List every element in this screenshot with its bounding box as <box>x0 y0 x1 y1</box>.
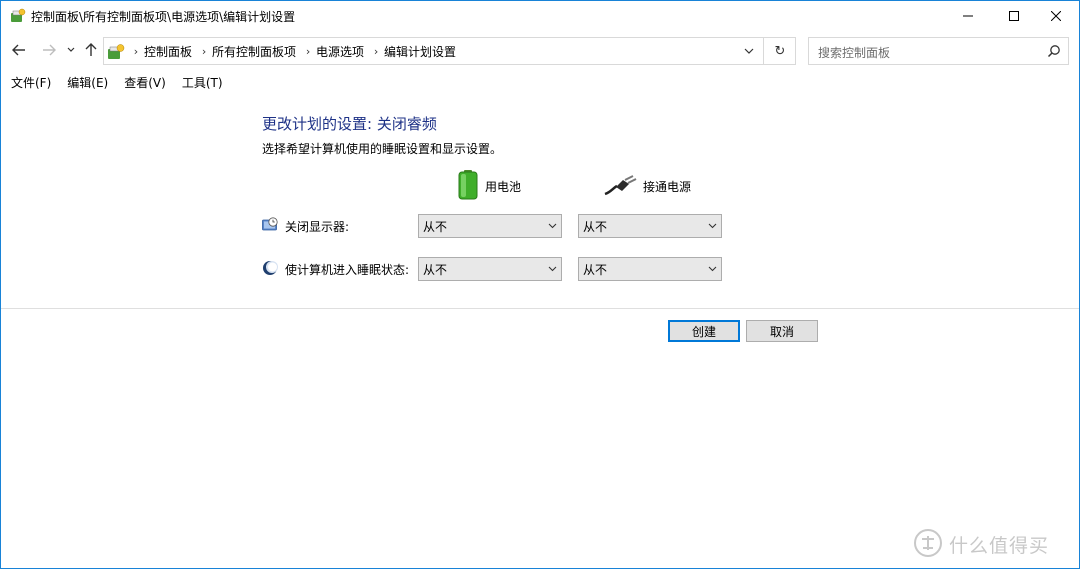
power-plug-icon <box>603 174 637 199</box>
arrow-left-icon <box>12 44 25 56</box>
refresh-icon: ↻ <box>774 43 786 59</box>
page-title: 更改计划的设置: 关闭睿频 <box>262 115 437 133</box>
search-icon[interactable] <box>1047 44 1061 58</box>
display-battery-value: 从不 <box>423 219 448 234</box>
row-turn-off-display: 关闭显示器: <box>262 216 349 236</box>
minimize-button[interactable] <box>945 1 991 30</box>
chevron-right-icon[interactable]: › <box>128 45 144 58</box>
up-button[interactable] <box>81 40 101 60</box>
watermark-text: 什么值得买 <box>949 534 1050 557</box>
column-label-plugged: 接通电源 <box>643 179 692 194</box>
watermark: 什么值得买 <box>913 528 1049 560</box>
plan-settings-panel: 更改计划的设置: 关闭睿频 选择希望计算机使用的睡眠设置和显示设置。 用电池 接… <box>1 93 1079 308</box>
sleep-plugged-select[interactable]: 从不 <box>578 257 722 281</box>
chevron-down-icon <box>744 48 754 54</box>
menu-bar: 文件(F) 编辑(E) 查看(V) 工具(T) <box>1 73 229 93</box>
battery-icon <box>457 169 479 203</box>
chevron-down-icon <box>703 258 721 280</box>
control-panel-window: 控制面板\所有控制面板项\电源选项\编辑计划设置 › 控制面板 › 所有控制面板… <box>0 0 1080 569</box>
chevron-right-icon[interactable]: › <box>300 45 316 58</box>
breadcrumb-control-panel[interactable]: 控制面板 <box>144 43 196 60</box>
control-panel-icon <box>107 43 125 61</box>
chevron-down-icon <box>703 215 721 237</box>
sleep-battery-value: 从不 <box>423 262 448 277</box>
chevron-right-icon[interactable]: › <box>368 45 384 58</box>
back-button[interactable] <box>9 40 29 60</box>
page-description: 选择希望计算机使用的睡眠设置和显示设置。 <box>262 142 503 156</box>
title-bar[interactable]: 控制面板\所有控制面板项\电源选项\编辑计划设置 <box>1 1 1079 30</box>
address-bar[interactable]: › 控制面板 › 所有控制面板项 › 电源选项 › 编辑计划设置 ↻ <box>103 37 796 65</box>
display-plugged-select[interactable]: 从不 <box>578 214 722 238</box>
forward-button[interactable] <box>39 40 59 60</box>
arrow-up-icon <box>85 43 97 56</box>
moon-icon <box>262 260 278 279</box>
row-label-sleep: 使计算机进入睡眠状态: <box>285 262 410 277</box>
navigation-row: › 控制面板 › 所有控制面板项 › 电源选项 › 编辑计划设置 ↻ 搜索控制面… <box>1 34 1079 66</box>
menu-view[interactable]: 查看(V) <box>114 73 172 93</box>
refresh-button[interactable]: ↻ <box>766 38 794 64</box>
arrow-right-icon <box>43 44 56 56</box>
control-panel-icon <box>10 8 26 24</box>
column-header-battery: 用电池 <box>457 169 522 203</box>
breadcrumb-power-options[interactable]: 电源选项 <box>316 43 368 60</box>
menu-edit[interactable]: 编辑(E) <box>57 73 114 93</box>
breadcrumb: › 控制面板 › 所有控制面板项 › 电源选项 › 编辑计划设置 <box>128 38 460 64</box>
chevron-down-icon <box>67 47 75 52</box>
recent-locations-button[interactable] <box>64 40 78 60</box>
maximize-button[interactable] <box>991 1 1037 30</box>
row-label-display: 关闭显示器: <box>285 219 350 234</box>
menu-file[interactable]: 文件(F) <box>1 73 57 93</box>
breadcrumb-all-items[interactable]: 所有控制面板项 <box>212 43 300 60</box>
column-label-battery: 用电池 <box>485 179 522 194</box>
cancel-button[interactable]: 取消 <box>746 320 818 342</box>
menu-tools[interactable]: 工具(T) <box>172 73 229 93</box>
column-header-plugged: 接通电源 <box>603 171 691 201</box>
display-battery-select[interactable]: 从不 <box>418 214 562 238</box>
search-box[interactable]: 搜索控制面板 <box>808 37 1069 65</box>
content-divider <box>1 308 1079 309</box>
monitor-clock-icon <box>262 216 278 236</box>
row-sleep: 使计算机进入睡眠状态: <box>262 259 409 279</box>
sleep-plugged-value: 从不 <box>583 262 608 277</box>
breadcrumb-edit-plan[interactable]: 编辑计划设置 <box>384 43 460 60</box>
address-dropdown-button[interactable] <box>738 38 760 64</box>
display-plugged-value: 从不 <box>583 219 608 234</box>
window-title: 控制面板\所有控制面板项\电源选项\编辑计划设置 <box>31 10 296 24</box>
create-button[interactable]: 创建 <box>668 320 740 342</box>
address-divider <box>763 38 764 64</box>
watermark-logo-icon <box>913 528 943 561</box>
search-input[interactable]: 搜索控制面板 <box>818 44 890 61</box>
chevron-right-icon[interactable]: › <box>196 45 212 58</box>
close-icon <box>1051 10 1061 21</box>
close-button[interactable] <box>1033 1 1079 30</box>
chevron-down-icon <box>543 215 561 237</box>
chevron-down-icon <box>543 258 561 280</box>
sleep-battery-select[interactable]: 从不 <box>418 257 562 281</box>
